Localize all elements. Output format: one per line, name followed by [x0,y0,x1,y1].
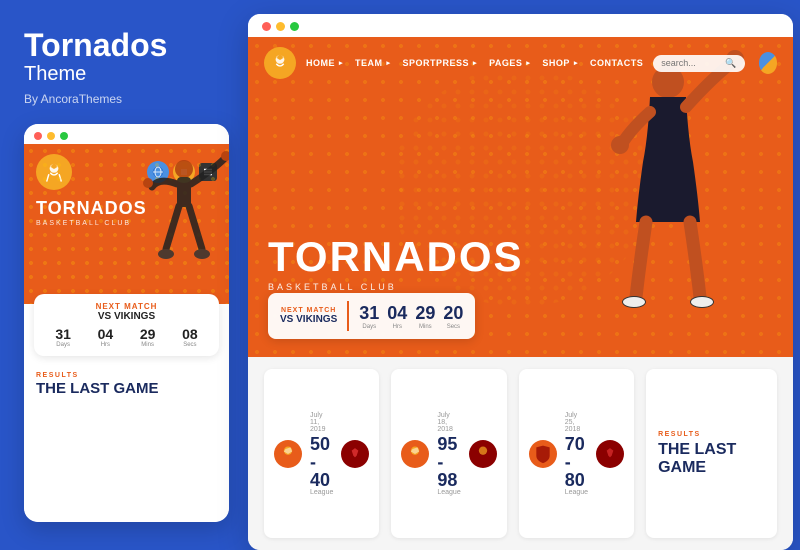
results-last-title: THE LAST GAME [658,441,765,476]
main-match-vs: VS VIKINGS [280,314,337,325]
main-days-value: 31 [359,303,379,324]
brand-section: Tornados Theme By AncoraThemes [24,28,224,124]
score-league-1: League [310,489,333,496]
main-match-left: NEXT MATCH VS VIKINGS [280,307,337,325]
mobile-hrs-label: Hrs [86,342,124,348]
main-nav-logo [264,47,296,79]
main-hrs-value: 04 [387,303,407,324]
mobile-topbar [24,124,229,144]
score-date-2: July 18, 2018 [437,412,460,433]
main-hero: HOME TEAM SPORTPRESS PAGES SHOP CONTACTS… [248,37,793,357]
left-panel: Tornados Theme By AncoraThemes [0,0,248,550]
main-count-hrs: 04 Hrs [387,303,407,330]
mobile-player-figure [134,149,229,299]
main-count-days: 31 Days [359,303,379,330]
score-info-1: July 11, 2019 50 - 40 League [310,412,333,496]
mobile-match-label: NEXT MATCH [44,302,209,311]
score-league-3: League [565,489,588,496]
main-secs-value: 20 [443,303,463,324]
main-divider [347,301,349,331]
dot-red [34,132,42,140]
mobile-logo [36,154,72,190]
brand-subtitle: Theme [24,63,224,86]
mobile-count-hrs: 04 Hrs [86,326,124,348]
score-card-2: July 18, 2018 95 - 98 League [391,369,506,538]
main-dot-red [262,22,271,31]
main-countdown: 31 Days 04 Hrs 29 Mins 20 Secs [359,303,463,330]
score-info-3: July 25, 2018 70 - 80 League [565,412,588,496]
dot-yellow [47,132,55,140]
team-logo-2 [401,440,429,468]
mobile-days-label: Days [44,342,82,348]
main-topbar [248,14,793,37]
mobile-results-label: RESULTS [36,372,217,379]
dot-green [60,132,68,140]
mobile-hero: TORNADOS BASKETBALL CLUB [24,144,229,304]
nav-contacts[interactable]: CONTACTS [590,58,643,68]
vs-logo-1 [341,440,369,468]
score-date-1: July 11, 2019 [310,412,333,433]
mobile-secs-label: Secs [171,342,209,348]
score-card-3: July 25, 2018 70 - 80 League [519,369,634,538]
score-league-2: League [437,489,460,496]
main-results-section: July 11, 2019 50 - 40 League July 18, [248,357,793,550]
main-hero-text: TORNADOS BASKETBALL CLUB [268,236,524,292]
search-icon: 🔍 [725,58,736,69]
main-dot-green [290,22,299,31]
mobile-countdown: 31 Days 04 Hrs 29 Mins 08 Secs [44,326,209,348]
mobile-results-section: RESULTS THE LAST GAME [24,364,229,522]
main-search-input[interactable] [661,58,721,68]
main-mockup: HOME TEAM SPORTPRESS PAGES SHOP CONTACTS… [248,14,793,550]
mobile-hrs-value: 04 [86,326,124,342]
mobile-match-vs: VS VIKINGS [44,311,209,322]
main-dot-yellow [276,22,285,31]
mobile-count-secs: 08 Secs [171,326,209,348]
results-last-card: RESULTS THE LAST GAME [646,369,777,538]
mobile-days-value: 31 [44,326,82,342]
score-numbers-1: 50 - 40 [310,435,333,489]
vs-logo-2 [469,440,497,468]
mobile-mins-value: 29 [129,326,167,342]
main-secs-label: Secs [443,324,463,330]
results-last-label: RESULTS [658,431,765,438]
main-count-secs: 20 Secs [443,303,463,330]
main-mins-label: Mins [415,324,435,330]
main-match-label: NEXT MATCH [280,307,337,314]
vs-logo-3 [596,440,624,468]
score-numbers-3: 70 - 80 [565,435,588,489]
score-date-3: July 25, 2018 [565,412,588,433]
nav-home[interactable]: HOME [306,58,343,68]
globe-icon [759,52,777,74]
main-match-widget: NEXT MATCH VS VIKINGS 31 Days 04 Hrs 29 … [268,293,475,339]
score-info-2: July 18, 2018 95 - 98 League [437,412,460,496]
score-card-1: July 11, 2019 50 - 40 League [264,369,379,538]
team-logo-3 [529,440,557,468]
mobile-count-mins: 29 Mins [129,326,167,348]
team-logo-1 [274,440,302,468]
nav-team[interactable]: TEAM [355,58,391,68]
mobile-mins-label: Mins [129,342,167,348]
mobile-mockup: TORNADOS BASKETBALL CLUB NEXT MATCH VS V… [24,124,229,522]
nav-shop[interactable]: SHOP [542,58,578,68]
mobile-secs-value: 08 [171,326,209,342]
brand-by: By AncoraThemes [24,92,224,106]
player-figure [578,47,763,337]
main-nav-links: HOME TEAM SPORTPRESS PAGES SHOP CONTACTS [306,58,643,68]
main-hrs-label: Hrs [387,324,407,330]
mobile-results-title: THE LAST GAME [36,381,217,398]
mobile-count-days: 31 Days [44,326,82,348]
main-nav: HOME TEAM SPORTPRESS PAGES SHOP CONTACTS… [248,37,793,89]
brand-name: Tornados [24,28,224,63]
nav-pages[interactable]: PAGES [489,58,530,68]
mobile-match-card: NEXT MATCH VS VIKINGS 31 Days 04 Hrs 29 … [34,294,219,356]
main-hero-sub: BASKETBALL CLUB [268,282,524,292]
main-count-mins: 29 Mins [415,303,435,330]
main-mins-value: 29 [415,303,435,324]
main-days-label: Days [359,324,379,330]
main-hero-title: TORNADOS [268,236,524,278]
score-numbers-2: 95 - 98 [437,435,460,489]
main-search-box[interactable]: 🔍 [653,55,744,72]
nav-sportpress[interactable]: SPORTPRESS [403,58,478,68]
